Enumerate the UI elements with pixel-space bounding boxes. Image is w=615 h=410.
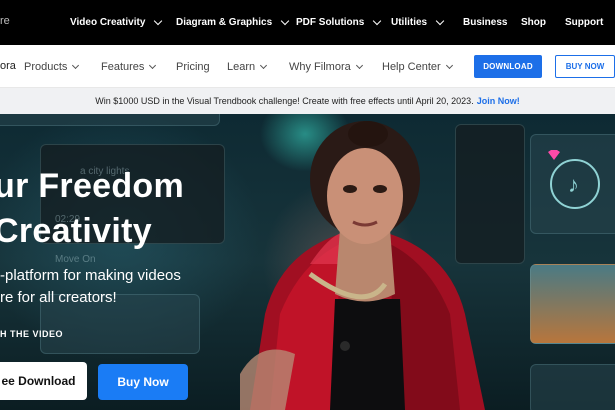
subnav-label: Help Center: [382, 60, 441, 73]
subnav-products[interactable]: Products: [24, 45, 80, 88]
topnav-diagram-graphics[interactable]: Diagram & Graphics: [176, 0, 290, 45]
bg-caption: Move On: [55, 254, 96, 265]
promo-banner: Win $1000 USD in the Visual Trendbook ch…: [0, 88, 615, 114]
topnav-label: Video Creativity: [70, 17, 146, 28]
subnav-help-center[interactable]: Help Center: [382, 45, 453, 88]
brand-logo-fragment[interactable]: re: [0, 15, 10, 27]
music-note-icon: ♪: [568, 172, 579, 197]
hero-buy-now-button[interactable]: Buy Now: [98, 364, 188, 400]
join-now-link[interactable]: Join Now!: [477, 96, 520, 106]
topnav-label: Support: [565, 17, 604, 28]
chevron-down-icon: [445, 61, 453, 69]
subnav-pricing[interactable]: Pricing: [176, 45, 210, 88]
chevron-down-icon: [260, 61, 268, 69]
chevron-down-icon: [72, 61, 80, 69]
chevron-down-icon: [280, 16, 290, 26]
topnav-utilities[interactable]: Utilities: [391, 0, 445, 45]
subnav-label: Why Filmora: [289, 60, 351, 73]
product-brand-fragment[interactable]: ora: [0, 60, 16, 72]
topnav-label: Utilities: [391, 17, 428, 28]
subnav-why-filmora[interactable]: Why Filmora: [289, 45, 363, 88]
chevron-down-icon: [435, 16, 445, 26]
bg-panel: [530, 364, 615, 410]
promo-text: Win $1000 USD in the Visual Trendbook ch…: [95, 96, 474, 106]
chevron-down-icon: [355, 61, 363, 69]
topnav-label: PDF Solutions: [296, 17, 365, 28]
top-navigation-bar: re Video Creativity Diagram & Graphics P…: [0, 0, 615, 45]
subnav-learn[interactable]: Learn: [227, 45, 268, 88]
subnav-label: Pricing: [176, 60, 210, 73]
chevron-down-icon: [373, 16, 382, 26]
topnav-video-creativity[interactable]: Video Creativity: [70, 0, 163, 45]
free-download-button[interactable]: ee Download: [0, 362, 87, 400]
hero-title-line1: ur Freedom: [0, 167, 185, 205]
subnav-label: Learn: [227, 60, 256, 73]
hero-title-line2: Creativity: [0, 212, 152, 250]
topnav-label: Business: [463, 17, 508, 28]
topnav-business[interactable]: Business: [463, 0, 507, 45]
topnav-label: Diagram & Graphics: [176, 17, 273, 28]
chevron-down-icon: [154, 16, 163, 26]
hero-section: a city lights 02:29 Move On ♪ ur Freedom: [0, 114, 615, 410]
subnav-label: Features: [101, 60, 145, 73]
watch-video-link[interactable]: H THE VIDEO: [0, 329, 63, 339]
buy-now-button[interactable]: BUY NOW: [555, 55, 615, 78]
download-button[interactable]: DOWNLOAD: [474, 55, 542, 78]
bg-panel: [0, 114, 220, 126]
subnav-label: Products: [24, 60, 68, 73]
chevron-down-icon: [149, 61, 157, 69]
bg-thumbnail: [530, 264, 615, 344]
topnav-shop[interactable]: Shop: [521, 0, 546, 45]
topnav-label: Shop: [521, 17, 546, 28]
subnav-features[interactable]: Features: [101, 45, 157, 88]
topnav-pdf-solutions[interactable]: PDF Solutions: [296, 0, 382, 45]
hero-person-image: [240, 121, 485, 410]
hero-subtitle-line2: re for all creators!: [0, 289, 117, 306]
hero-subtitle-line1: -platform for making videos: [0, 267, 181, 284]
topnav-support[interactable]: Support: [565, 0, 603, 45]
